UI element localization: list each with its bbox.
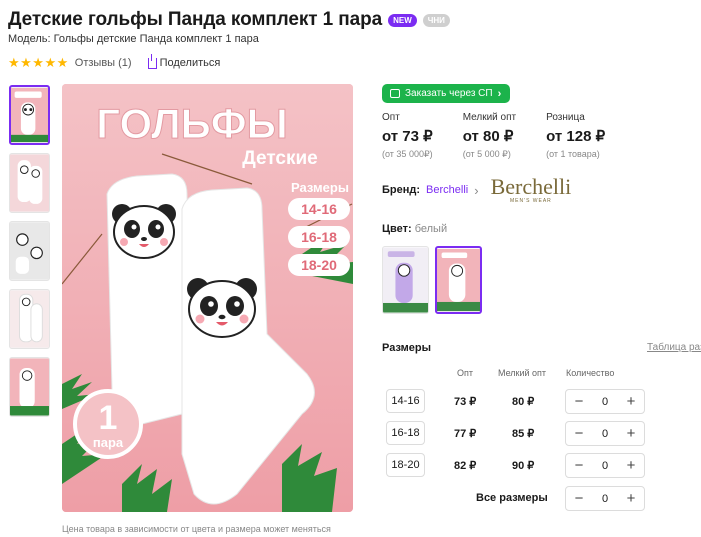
- title-row: Детские гольфы Панда комплект 1 пара NEW…: [8, 9, 450, 31]
- price-value: от 73 ₽: [382, 128, 433, 145]
- minus-icon[interactable]: −: [573, 458, 585, 473]
- all-sizes-label: Все размеры: [476, 492, 548, 504]
- share-label: Поделиться: [159, 57, 221, 69]
- new-badge: NEW: [388, 13, 417, 27]
- color-swatch-lilac[interactable]: [382, 246, 429, 314]
- size-chip[interactable]: 16-18: [386, 421, 425, 445]
- color-value: белый: [414, 223, 448, 235]
- bag-icon: [390, 89, 400, 98]
- thumbnail-4[interactable]: [9, 289, 50, 349]
- quantity-value[interactable]: 0: [602, 428, 608, 440]
- price-block: Опт от 73 ₽ (от 35 000₽) Мелкий опт от 8…: [382, 112, 605, 160]
- image-sizes-label: Размеры: [291, 180, 349, 195]
- color-row: Цвет: белый: [382, 223, 447, 235]
- image-size-1: 14-16: [301, 201, 337, 217]
- rating-stars-icon: ★★★★★: [8, 55, 69, 70]
- chevron-right-icon: ›: [497, 87, 502, 100]
- brand-logo-name: Berchelli: [490, 174, 572, 199]
- col-head-opt: Опт: [457, 368, 473, 378]
- small-opt-price: 85 ₽: [512, 428, 535, 440]
- quantity-stepper: − 0 +: [565, 389, 645, 414]
- product-title: Детские гольфы Панда комплект 1 пара: [8, 9, 383, 30]
- order-button-label: Заказать через СП: [405, 88, 493, 99]
- opt-price: 82 ₽: [454, 460, 477, 472]
- quantity-value[interactable]: 0: [602, 493, 608, 505]
- price-label: Опт: [382, 112, 400, 123]
- thumbnail-list: [9, 85, 50, 417]
- plus-icon[interactable]: +: [625, 426, 637, 441]
- quantity-value[interactable]: 0: [602, 460, 608, 472]
- plus-icon[interactable]: +: [625, 458, 637, 473]
- image-size-2: 16-18: [301, 229, 337, 245]
- price-note: Цена товара в зависимости от цвета и раз…: [62, 524, 331, 534]
- price-retail: Розница от 128 ₽ (от 1 товара): [546, 112, 605, 160]
- image-headline: ГОЛЬФЫ: [96, 100, 288, 147]
- thumbnail-5[interactable]: [9, 357, 50, 417]
- brand-logo[interactable]: Berchelli MEN'S WEAR: [490, 174, 572, 205]
- price-condition: (от 5 000 ₽): [462, 149, 511, 159]
- color-swatch-white[interactable]: [435, 246, 482, 314]
- price-condition: (от 1 товара): [546, 149, 600, 159]
- image-subline: Детские: [242, 148, 317, 169]
- price-label: Мелкий опт: [462, 112, 517, 123]
- image-pair-word: пара: [93, 435, 124, 450]
- opt-price: 77 ₽: [454, 428, 477, 440]
- size-chip[interactable]: 18-20: [386, 453, 425, 477]
- rating-row: ★★★★★ Отзывы (1) Поделиться: [8, 53, 221, 71]
- price-value: от 80 ₽: [462, 128, 514, 145]
- thumbnail-1[interactable]: [9, 85, 50, 145]
- order-via-sp-button[interactable]: Заказать через СП ›: [382, 84, 511, 103]
- share-button[interactable]: Поделиться: [147, 53, 221, 69]
- minus-icon[interactable]: −: [573, 394, 585, 409]
- small-opt-price: 90 ₽: [512, 460, 535, 472]
- price-label: Розница: [546, 112, 585, 123]
- size-table-link[interactable]: Таблица раз: [647, 342, 701, 353]
- brand-row: Бренд: Berchelli › Berchelli MEN'S WEAR: [382, 174, 572, 205]
- brand-label: Бренд:: [382, 184, 421, 196]
- reviews-link[interactable]: Отзывы (1): [75, 57, 132, 69]
- plus-icon[interactable]: +: [625, 491, 637, 506]
- chevron-right-icon: ›: [474, 182, 479, 198]
- image-pair-count: 1: [99, 399, 118, 437]
- small-opt-price: 80 ₽: [512, 396, 535, 408]
- price-value: от 128 ₽: [546, 128, 606, 145]
- minus-icon[interactable]: −: [573, 491, 585, 506]
- product-model: Модель: Гольфы детские Панда комплект 1 …: [8, 33, 259, 45]
- price-opt: Опт от 73 ₽ (от 35 000₽): [382, 112, 433, 160]
- thumbnail-2[interactable]: [9, 153, 50, 213]
- col-head-small-opt: Мелкий опт: [498, 368, 547, 378]
- quantity-stepper: − 0 +: [565, 421, 645, 446]
- all-sizes-stepper: − 0 +: [565, 486, 645, 511]
- image-size-3: 18-20: [301, 257, 337, 273]
- thumbnail-3[interactable]: [9, 221, 50, 281]
- sizes-title: Размеры: [382, 342, 432, 354]
- price-condition: (от 35 000₽): [382, 149, 433, 159]
- main-product-image[interactable]: ГОЛЬФЫ Детские Размеры 14-16 16-18 18-20…: [62, 84, 353, 512]
- quantity-value[interactable]: 0: [602, 396, 608, 408]
- brand-link[interactable]: Berchelli: [426, 184, 468, 196]
- color-label: Цвет:: [382, 223, 412, 235]
- size-chip[interactable]: 14-16: [386, 389, 425, 413]
- plus-icon[interactable]: +: [625, 394, 637, 409]
- extra-badge: ЧНИ: [422, 13, 450, 27]
- minus-icon[interactable]: −: [573, 426, 585, 441]
- opt-price: 73 ₽: [454, 396, 477, 408]
- share-icon: [147, 53, 157, 69]
- quantity-stepper: − 0 +: [565, 453, 645, 478]
- col-head-qty: Количество: [566, 368, 615, 378]
- color-swatches: [382, 246, 482, 314]
- price-small-opt: Мелкий опт от 80 ₽ (от 5 000 ₽): [463, 112, 516, 160]
